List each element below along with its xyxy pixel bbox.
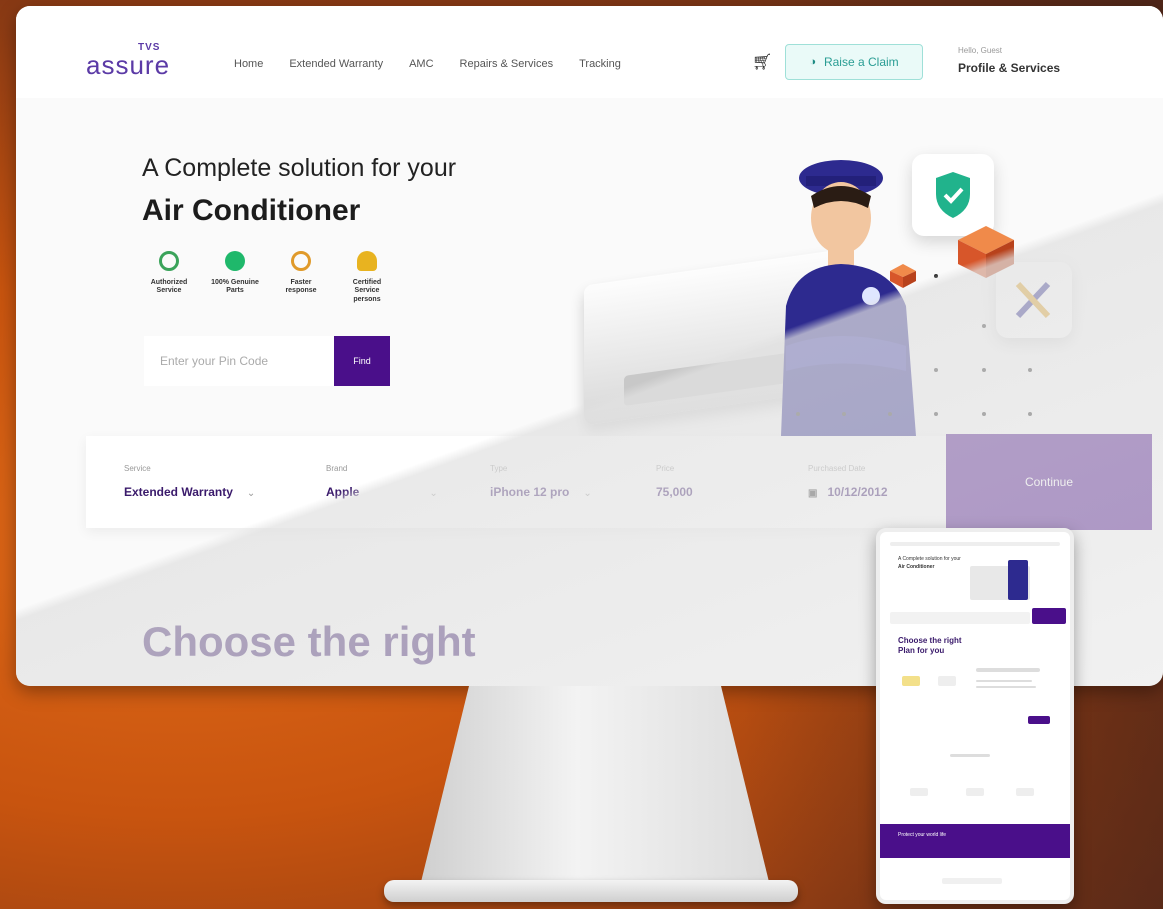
type-value: iPhone 12 pro <box>490 485 570 499</box>
nav-link-amc[interactable]: AMC <box>409 58 433 70</box>
service-field[interactable]: Service Extended Warranty ⌄ <box>124 464 255 499</box>
phone-footer <box>880 824 1070 858</box>
section-title: Choose the right <box>142 618 476 665</box>
phone-footer-text: Protect your world life <box>898 832 947 838</box>
badge-icon <box>225 251 245 271</box>
feature-authorized-service: Authorized Service <box>142 251 196 304</box>
phone-step <box>1016 788 1034 796</box>
chevron-down-icon: ⌄ <box>583 488 592 499</box>
profile-menu[interactable]: Hello, Guest Profile & Services <box>958 46 1060 75</box>
feature-list: Authorized Service 100% Genuine Parts Fa… <box>142 251 394 304</box>
nav-link-extended-warranty[interactable]: Extended Warranty <box>289 58 383 70</box>
raise-claim-label: Raise a Claim <box>823 55 899 69</box>
top-navbar: TVS assure Home Extended Warranty AMC Re… <box>16 6 1163 98</box>
hero-subtitle: A Complete solution for your <box>142 154 457 182</box>
service-value: Extended Warranty <box>124 485 233 499</box>
monitor-stand-neck <box>420 686 770 886</box>
phone-bottom-bar <box>942 878 1002 884</box>
brand-field[interactable]: Brand Apple ⌄ <box>326 464 438 499</box>
continue-button[interactable]: Continue <box>946 434 1152 530</box>
profile-label: Profile & Services <box>958 61 1061 75</box>
purchase-date-value: 10/12/2012 <box>827 485 888 499</box>
chevron-down-icon: ⌄ <box>246 488 256 499</box>
raise-claim-button[interactable]: ◑ Raise a Claim <box>785 44 923 80</box>
profile-greeting: Hello, Guest <box>958 46 1003 55</box>
cart-icon[interactable]: 🛒︎ <box>752 52 772 72</box>
phone-plan-line <box>976 686 1036 688</box>
calendar-icon: ▣ <box>808 488 818 499</box>
purchase-date-field[interactable]: Purchased Date ▣ 10/12/2012 <box>808 464 888 499</box>
shield-check-icon <box>936 172 970 218</box>
phone-navbar <box>890 542 1060 546</box>
type-field[interactable]: Type iPhone 12 pro ⌄ <box>490 464 592 499</box>
nav-link-home[interactable]: Home <box>234 58 263 70</box>
phone-plan-button <box>1028 716 1050 724</box>
nav-link-tracking[interactable]: Tracking <box>579 58 621 70</box>
phone-form-bar <box>890 612 1030 624</box>
hero-title: Air Conditioner <box>142 194 361 227</box>
find-button[interactable]: Find <box>334 336 390 386</box>
phone-plan-tag <box>902 676 920 686</box>
stopwatch-icon <box>291 251 311 271</box>
phone-plan-line <box>976 680 1032 682</box>
logo-assure-text: assure <box>86 50 171 80</box>
nav-link-repairs-services[interactable]: Repairs & Services <box>460 58 554 70</box>
phone-mockup: A Complete solution for your Air Conditi… <box>876 528 1074 904</box>
phone-step <box>966 788 984 796</box>
check-circle-icon <box>159 251 179 271</box>
medal-icon <box>357 251 377 271</box>
phone-plan-heading <box>976 668 1040 672</box>
service-form-bar: Service Extended Warranty ⌄ Brand Apple ⌄ … <box>86 436 948 528</box>
pin-code-input[interactable]: Enter your Pin Code <box>144 336 334 386</box>
feature-genuine-parts: 100% Genuine Parts <box>208 251 262 304</box>
phone-choose-title: Choose the right Plan for you <box>898 636 962 655</box>
phone-continue-button <box>1032 608 1066 624</box>
phone-section-heading <box>950 754 990 757</box>
price-field[interactable]: Price 75,000 <box>656 464 693 499</box>
price-value: 75,000 <box>656 485 693 499</box>
phone-hero-subtitle: A Complete solution for your <box>898 556 961 562</box>
monitor-stand-base <box>384 880 798 902</box>
cube-icon <box>958 226 1014 278</box>
phone-hero-title: Air Conditioner <box>898 564 935 570</box>
phone-technician-illustration <box>1008 560 1028 600</box>
small-cube-icon <box>890 264 916 288</box>
brand-value: Apple <box>326 485 360 499</box>
phone-plan-tag <box>938 676 956 686</box>
nav-links: Home Extended Warranty AMC Repairs & Ser… <box>234 58 621 70</box>
phone-step <box>910 788 928 796</box>
shield-card <box>912 154 994 236</box>
feature-certified-persons: Certified Service persons <box>340 251 394 304</box>
chevron-down-icon: ⌄ <box>429 488 438 499</box>
feature-faster-response: Faster response <box>274 251 328 304</box>
shield-icon: ◑ <box>809 56 816 68</box>
